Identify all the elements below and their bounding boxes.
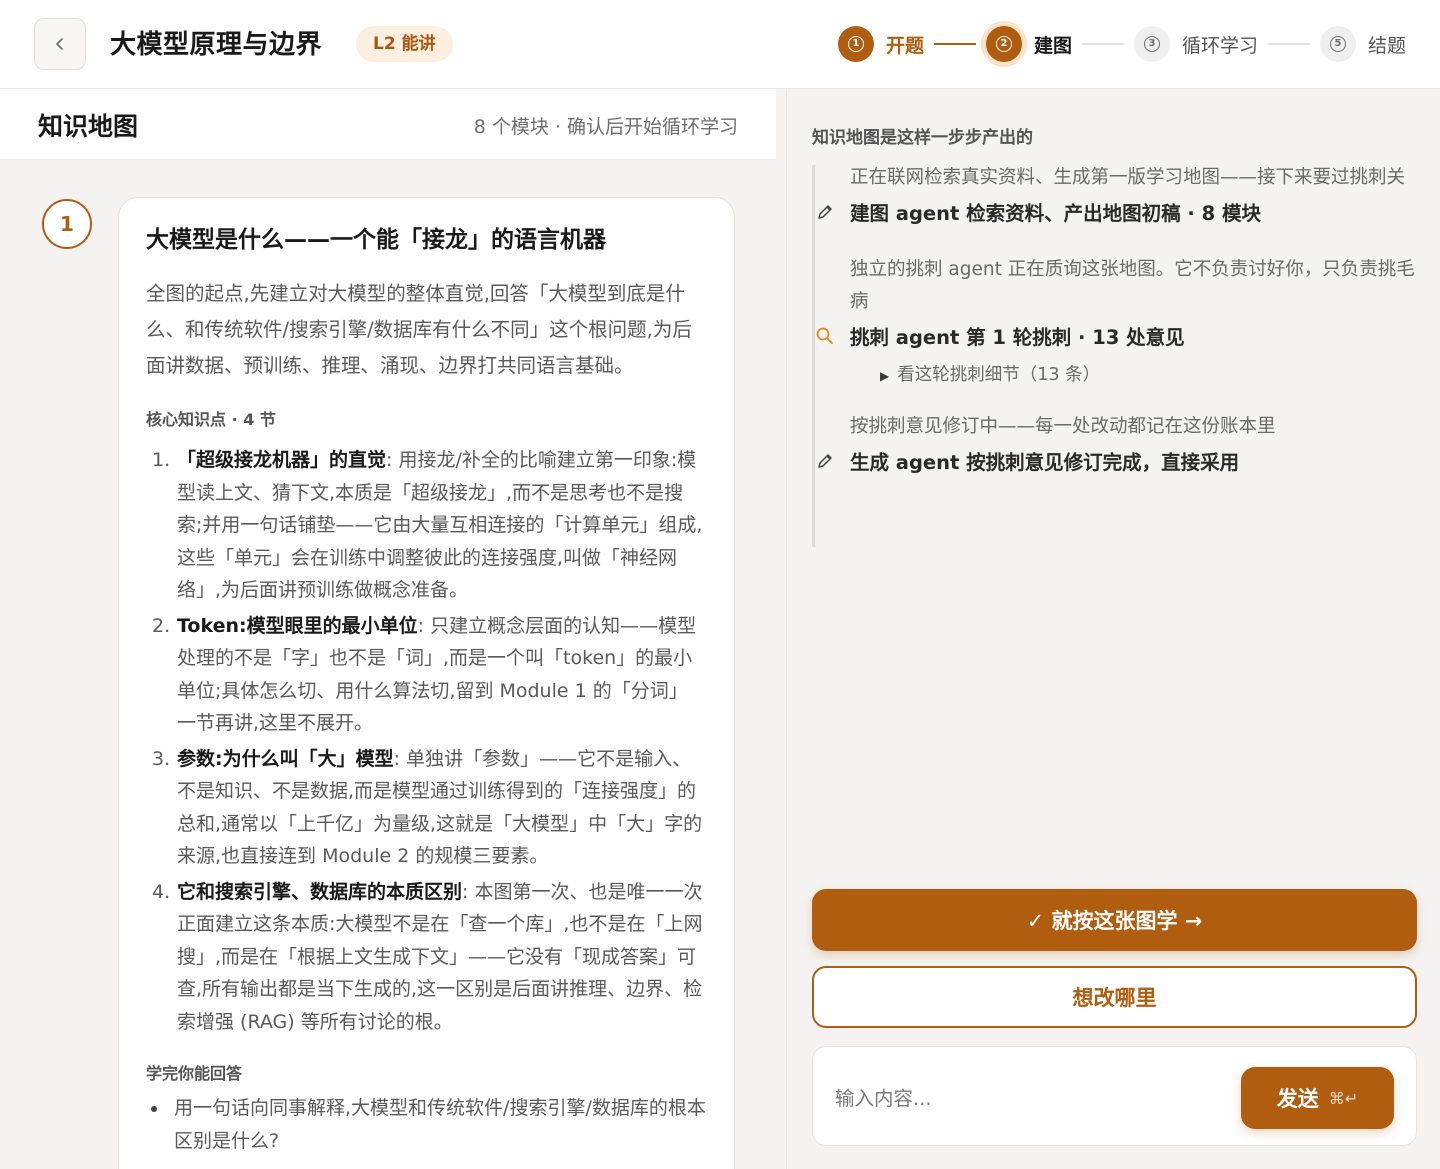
step-connector: [1081, 43, 1124, 45]
list-item: 1. 「超级接龙机器」的直觉: 用接龙/补全的比喻建立第一印象:模型读上文、猜下文…: [152, 449, 703, 601]
process-heading: 知识地图是这样一步步产出的: [812, 128, 1033, 148]
step-label: 循环学习: [1181, 34, 1258, 57]
step-number-badge: 1: [837, 26, 874, 62]
list-item: 用一句话向同事解释,大模型和传统软件/搜索引擎/数据库的根本区别是什么?: [146, 1092, 706, 1157]
map-title: 知识地图: [38, 112, 139, 141]
list-item: 4. 它和搜索引擎、数据库的本质区别: 本图第一次、也是唯一一次正面建立这条本质:…: [152, 880, 703, 1033]
timeline-event: 挑刺 agent 第 1 轮挑刺 · 13 处意见: [816, 323, 1417, 353]
map-header: 知识地图 8 个模块 · 确认后开始循环学习: [0, 89, 776, 160]
step-xunhuan[interactable]: 3 循环学习: [1133, 26, 1258, 62]
outcomes-list: 用一句话向同事解释,大模型和传统软件/搜索引擎/数据库的根本区别是什么?: [146, 1092, 706, 1157]
request-changes-button[interactable]: 想改哪里: [812, 966, 1417, 1028]
timeline-entry: 按挑刺意见修订中——每一处改动都记在这份账本里 生成 agent 按挑刺意见修订…: [818, 411, 1417, 478]
module-card: 大模型是什么——一个能「接龙」的语言机器 全图的起点,先建立对大模型的整体直觉,…: [118, 197, 735, 1169]
list-item: 3. 参数:为什么叫「大」模型: 单独讲「参数」——它不是输入、不是知识、不是数据…: [152, 747, 703, 868]
timeline-entry: 正在联网检索真实资料、生成第一版学习地图——接下来要过挑刺关 建图 agent …: [818, 162, 1417, 229]
top-bar: 大模型原理与边界 L2 能讲 1 开题 2 建图 3 循环学习 5 结题: [0, 0, 1440, 89]
keyboard-shortcut-hint: ⌘↵: [1328, 1088, 1359, 1108]
step-connector: [933, 43, 976, 45]
point-title: 「超级接龙机器」的直觉: [177, 449, 387, 471]
points-label: 核心知识点 · 4 节: [146, 410, 276, 429]
back-button[interactable]: [34, 18, 86, 70]
send-button[interactable]: 发送 ⌘↵: [1241, 1067, 1394, 1129]
step-label: 建图: [1033, 34, 1072, 57]
step-label: 结题: [1367, 34, 1406, 57]
timeline-event: 生成 agent 按挑刺意见修订完成，直接采用: [818, 448, 1417, 478]
timeline-entry: 独立的挑刺 agent 正在质询这张地图。它不负责讨好你，只负责挑毛病 挑刺 a…: [816, 254, 1417, 386]
knowledge-map-panel: 知识地图 8 个模块 · 确认后开始循环学习 1 大模型是什么——一个能「接龙」…: [0, 89, 786, 1169]
process-panel: 知识地图是这样一步步产出的 正在联网检索真实资料、生成第一版学习地图——接下来要…: [786, 89, 1440, 1169]
point-title: 它和搜索引擎、数据库的本质区别: [177, 880, 463, 903]
chat-input-box: 发送 ⌘↵: [812, 1046, 1417, 1146]
outcomes-label: 学完你能回答: [146, 1064, 243, 1083]
step-connector: [1267, 43, 1310, 45]
step-number-badge: 3: [1133, 26, 1170, 62]
timeline-event: 建图 agent 检索资料、产出地图初稿 · 8 模块: [818, 199, 1417, 229]
step-number-badge: 2: [985, 26, 1022, 62]
timeline-note: 正在联网检索真实资料、生成第一版学习地图——接下来要过挑刺关: [850, 167, 1406, 188]
module-number-badge: 1: [42, 199, 92, 249]
triangle-right-icon: ▶: [880, 369, 890, 383]
confirm-map-button[interactable]: ✓ 就按这张图学 →: [812, 889, 1417, 951]
point-title: 参数:为什么叫「大」模型: [177, 747, 394, 770]
level-badge: L2 能讲: [356, 26, 453, 62]
progress-steps: 1 开题 2 建图 3 循环学习 5 结题: [837, 22, 1406, 66]
step-label: 开题: [885, 34, 924, 57]
critique-details-toggle[interactable]: ▶ 看这轮挑刺细节（13 条）: [880, 361, 1417, 386]
step-number-badge: 5: [1319, 26, 1356, 62]
course-title: 大模型原理与边界: [110, 30, 323, 60]
pencil-icon: [814, 201, 836, 223]
search-icon: [814, 325, 836, 347]
step-jiantu[interactable]: 2 建图: [985, 26, 1072, 62]
point-body: 本图第一次、也是唯一一次正面建立这条本质:大模型不是在「查一个库」,也不是在「上…: [177, 880, 703, 1033]
module-title: 大模型是什么——一个能「接龙」的语言机器: [146, 227, 606, 253]
message-input[interactable]: [835, 1081, 1215, 1115]
step-kaiti[interactable]: 1 开题: [837, 26, 924, 62]
map-subtitle: 8 个模块 · 确认后开始循环学习: [473, 116, 738, 138]
list-item: 2. Token:模型眼里的最小单位: 只建立概念层面的认知——模型处理的不是「字…: [152, 614, 697, 735]
timeline-note: 按挑刺意见修订中——每一处改动都记在这份账本里: [850, 416, 1276, 437]
point-title: Token:模型眼里的最小单位: [177, 614, 418, 637]
pencil-icon: [814, 450, 836, 472]
points-list: 1. 「超级接龙机器」的直觉: 用接龙/补全的比喻建立第一印象:模型读上文、猜下文…: [146, 444, 706, 1038]
point-body: 用接龙/补全的比喻建立第一印象:模型读上文、猜下文,本质是「超级接龙」,而不是思…: [177, 449, 703, 601]
step-jieti[interactable]: 5 结题: [1319, 26, 1406, 62]
timeline-note: 独立的挑刺 agent 正在质询这张地图。它不负责讨好你，只负责挑毛病: [850, 259, 1415, 312]
chevron-left-icon: [56, 38, 63, 50]
process-timeline: 正在联网检索真实资料、生成第一版学习地图——接下来要过挑刺关 建图 agent …: [812, 165, 1417, 547]
module-description: 全图的起点,先建立对大模型的整体直觉,回答「大模型到底是什么、和传统软件/搜索引…: [146, 282, 692, 377]
